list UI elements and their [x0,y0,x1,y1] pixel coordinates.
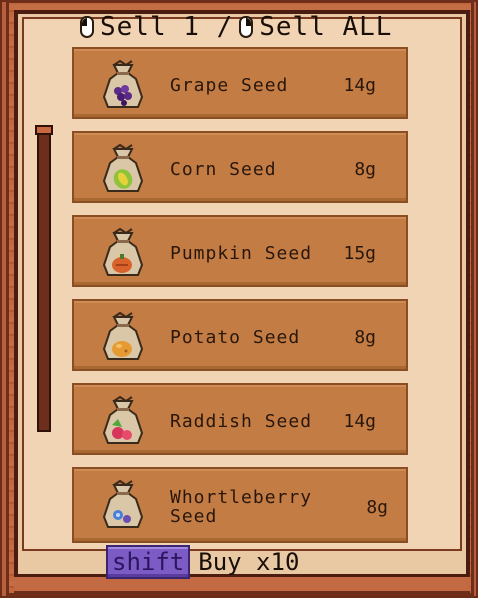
item-name: Potato Seed [170,326,301,348]
potato-seed-bag-icon [102,311,144,360]
left-mouse-icon [80,16,94,38]
right-mouse-icon [239,16,254,38]
shop-item-corn-seed[interactable]: Corn Seed 8g [72,131,408,203]
item-name: Raddish Seed [170,410,313,432]
shop-item-potato-seed[interactable]: Potato Seed 8g [72,299,408,371]
shift-key-badge: shift [106,545,191,579]
buy-x10-label: Buy x10 [198,548,300,576]
item-name: Whortleberry Seed [170,487,313,527]
pumpkin-seed-bag-icon [102,227,144,276]
sell-one-label: Sell 1 / [100,12,234,42]
sell-all-label: Sell ALL [259,12,393,42]
item-price: 14g [343,410,376,432]
shop-item-grape-seed[interactable]: Grape Seed 14g [72,47,408,119]
shop-item-pumpkin-seed[interactable]: Pumpkin Seed 15g [72,215,408,287]
item-price: 15g [343,242,376,264]
shop-item-whortleberry-seed[interactable]: Whortleberry Seed 8g [72,467,408,543]
item-price: 14g [343,74,376,96]
whortleberry-seed-bag-icon [102,479,144,528]
item-name: Corn Seed [170,158,277,180]
shop-item-raddish-seed[interactable]: Raddish Seed 14g [72,383,408,455]
sell-instructions: Sell 1 / Sell ALL [80,12,460,42]
item-name: Grape Seed [170,74,289,96]
raddish-seed-bag-icon [102,395,144,444]
buy-hint: shift Buy x10 [106,545,299,579]
grape-seed-bag-icon [102,59,144,108]
item-price: 8g [354,158,376,180]
item-name: Pumpkin Seed [170,242,313,264]
scrollbar-track[interactable] [37,125,51,432]
item-price: 8g [366,496,388,518]
scrollbar-thumb[interactable] [35,125,53,135]
corn-seed-bag-icon [102,143,144,192]
item-price: 8g [354,326,376,348]
